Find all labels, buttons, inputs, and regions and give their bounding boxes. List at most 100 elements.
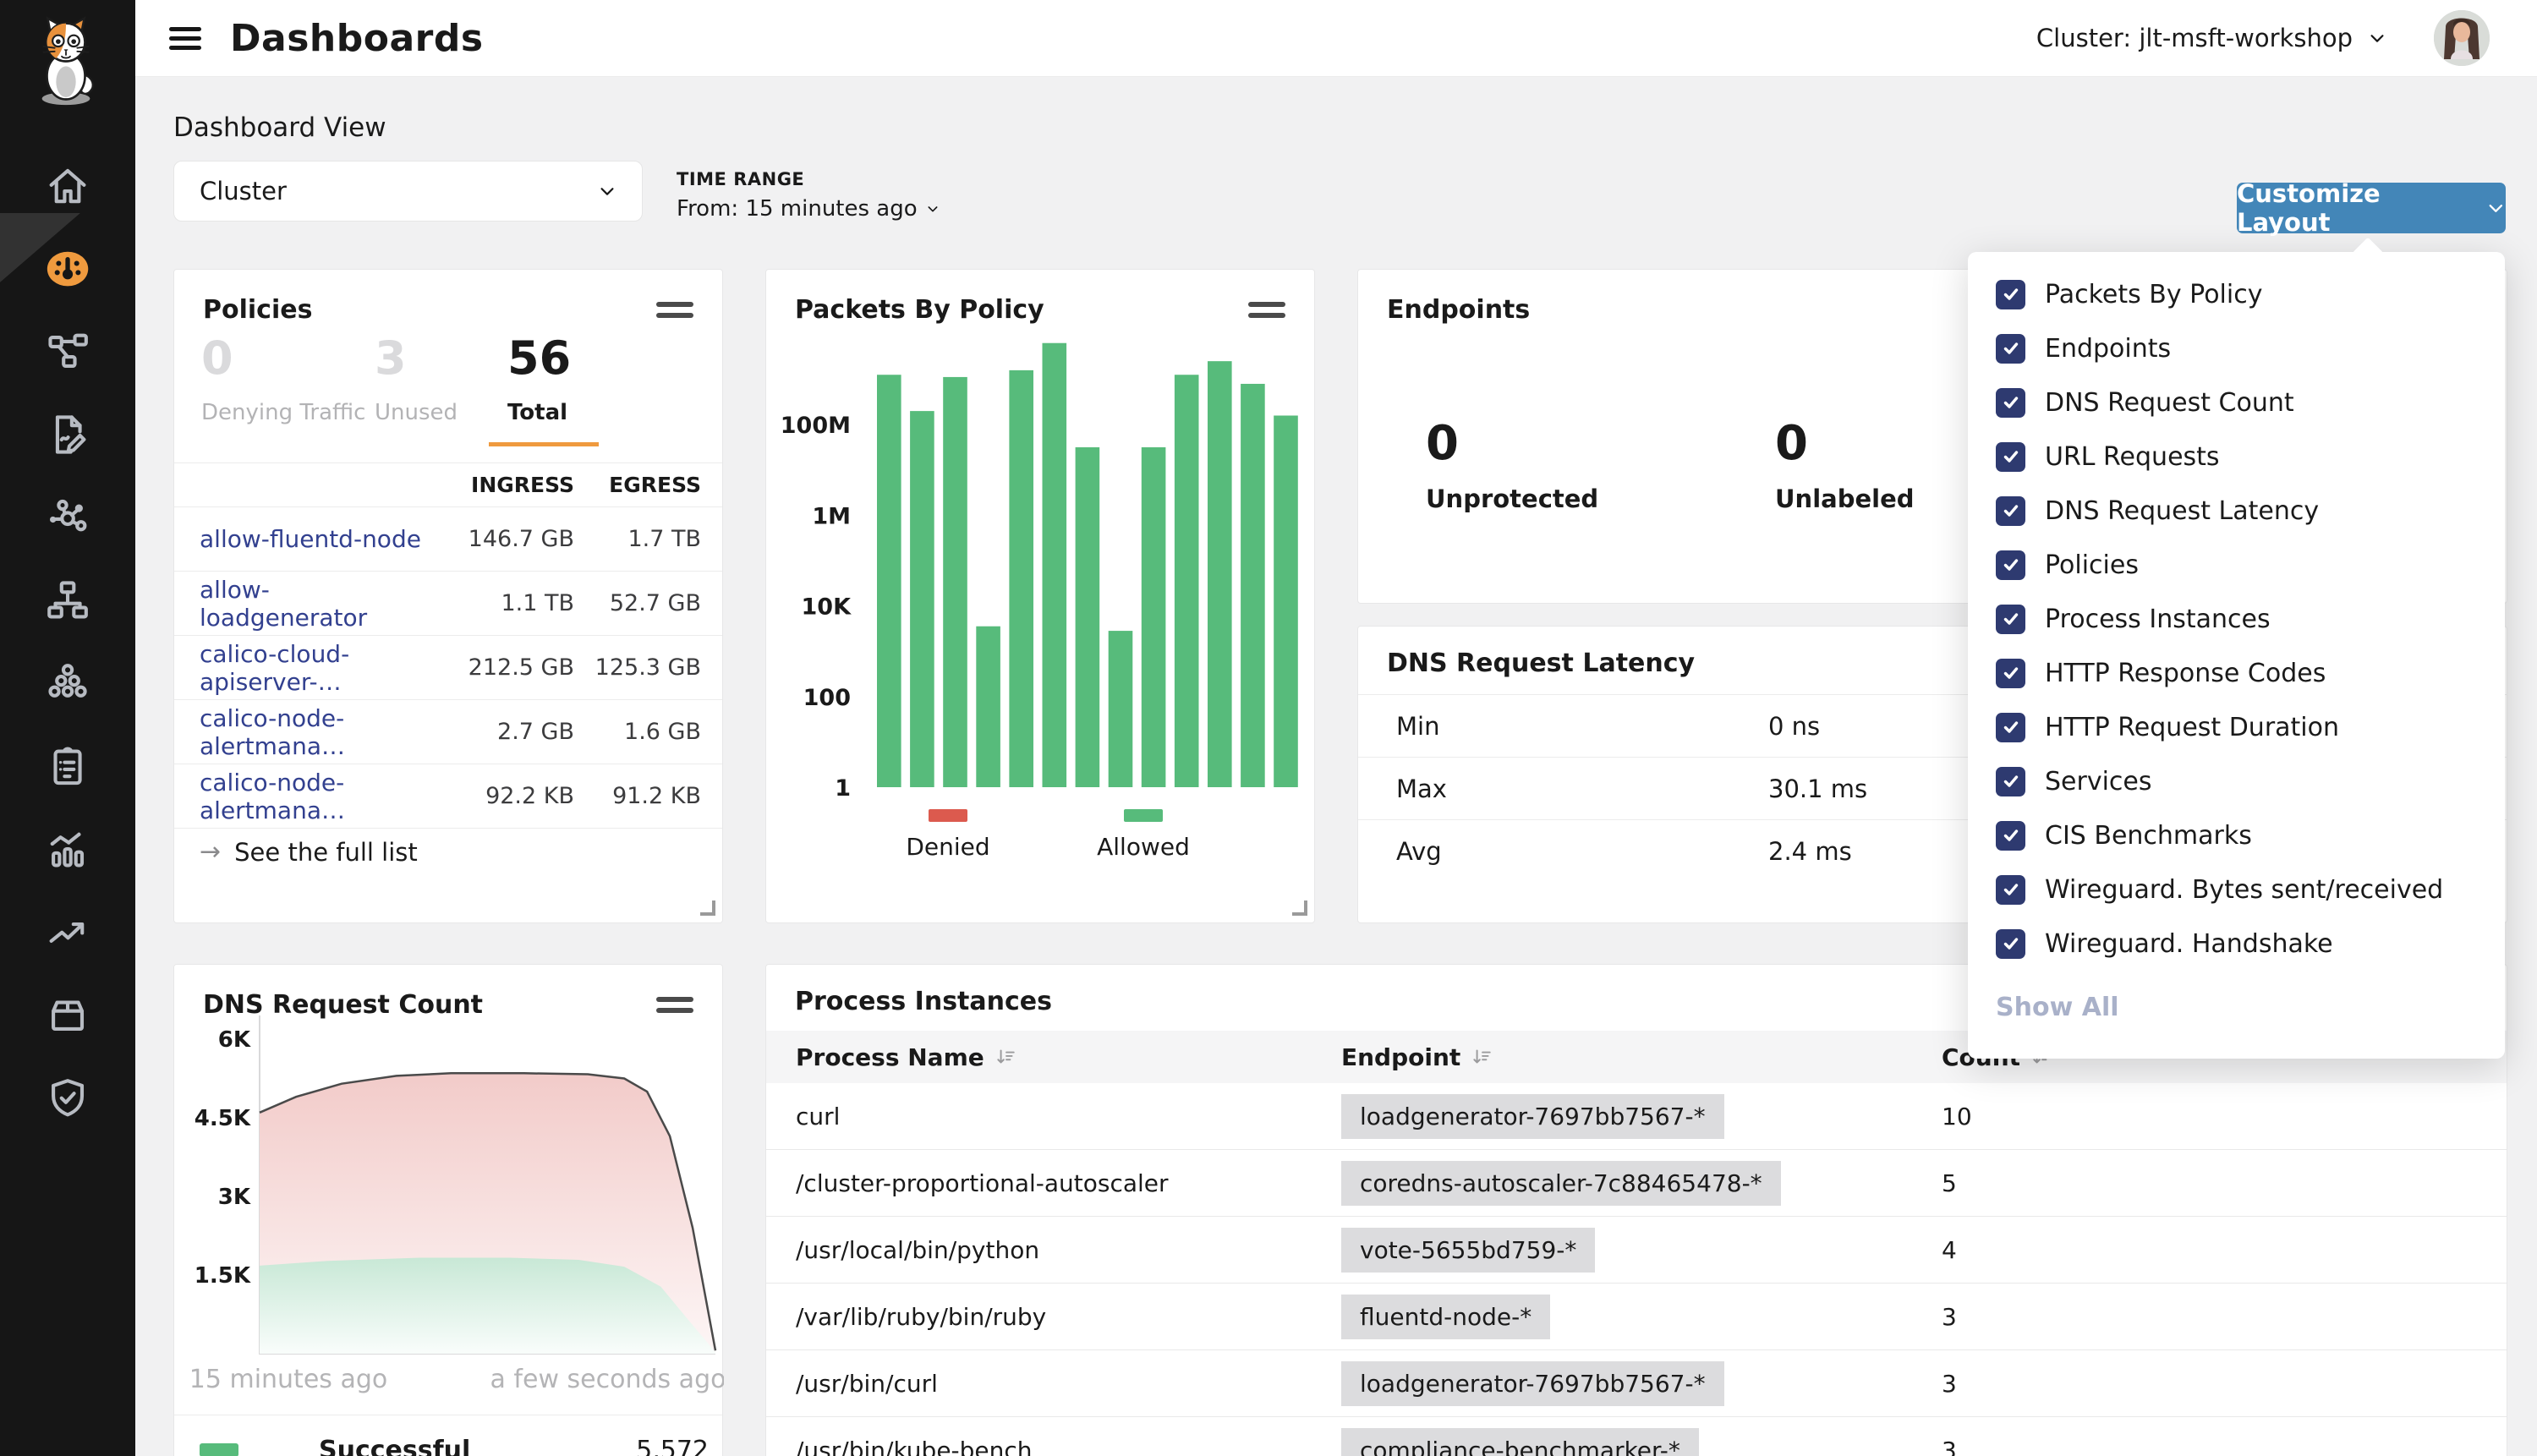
policy-ingress-value: 2.7 GB: [426, 719, 574, 745]
sidebar-item-dashboards[interactable]: [0, 237, 135, 301]
menu-checkbox-item[interactable]: CIS Benchmarks: [1968, 808, 2505, 862]
endpoint-chip[interactable]: fluentd-node-*: [1341, 1295, 1550, 1339]
sidebar-item-home[interactable]: [0, 154, 135, 218]
drag-handle-icon[interactable]: [656, 991, 693, 1019]
dashboard-view-select[interactable]: Cluster: [173, 161, 643, 222]
resize-handle[interactable]: [700, 900, 715, 916]
menu-item-label: HTTP Request Duration: [2045, 713, 2339, 742]
show-all-link[interactable]: Show All: [1996, 993, 2119, 1022]
endpoint-chip[interactable]: coredns-autoscaler-7c88465478-*: [1341, 1161, 1781, 1206]
shield-check-icon: [43, 1073, 92, 1122]
user-avatar[interactable]: [2434, 10, 2490, 66]
process-table-row: /usr/local/bin/pythonvote-5655bd759-*4: [766, 1217, 2507, 1284]
menu-checkbox-item[interactable]: Policies: [1968, 538, 2505, 592]
count-cell: 10: [1942, 1103, 2111, 1130]
column-header-process-name[interactable]: Process Name: [766, 1043, 1341, 1071]
checkbox-checked-icon[interactable]: [1996, 767, 2025, 796]
drag-handle-icon[interactable]: [656, 296, 693, 324]
sidebar-item-images[interactable]: [0, 983, 135, 1047]
svg-text:4.5K: 4.5K: [195, 1106, 251, 1131]
policy-table-row: calico-node-alertmana…2.7 GB1.6 GB: [174, 700, 722, 764]
time-range-value[interactable]: From: 15 minutes ago: [677, 196, 940, 222]
active-tab-underline: [489, 442, 599, 446]
checkbox-checked-icon[interactable]: [1996, 442, 2025, 472]
menu-item-label: DNS Request Count: [2045, 388, 2294, 418]
menu-checkbox-item[interactable]: Services: [1968, 754, 2505, 808]
menu-checkbox-item[interactable]: HTTP Request Duration: [1968, 700, 2505, 754]
checkbox-checked-icon[interactable]: [1996, 280, 2025, 309]
chevron-down-icon: [926, 202, 940, 216]
dns-legend-row-successful[interactable]: Successful 5,572: [174, 1425, 722, 1456]
network-flow-icon: [43, 327, 92, 376]
package-icon: [43, 990, 92, 1039]
menu-item-label: Endpoints: [2045, 334, 2171, 364]
checkbox-checked-icon[interactable]: [1996, 821, 2025, 851]
checkbox-checked-icon[interactable]: [1996, 929, 2025, 959]
policies-card: Policies 0 Denying Traffic 3 Unused 56 T…: [173, 269, 723, 923]
endpoint-chip[interactable]: vote-5655bd759-*: [1341, 1228, 1595, 1273]
sidebar-item-trends[interactable]: [0, 900, 135, 964]
svg-text:10K: 10K: [802, 594, 852, 621]
menu-checkbox-item[interactable]: DNS Request Count: [1968, 375, 2505, 430]
see-full-list-link[interactable]: → See the full list: [200, 837, 418, 867]
trend-up-icon: [43, 907, 92, 956]
sidebar-item-sitemap[interactable]: [0, 568, 135, 632]
menu-checkbox-item[interactable]: DNS Request Latency: [1968, 484, 2505, 538]
sidebar-item-reports[interactable]: [0, 817, 135, 881]
chevron-down-icon: [2486, 198, 2506, 218]
endpoint-chip[interactable]: compliance-benchmarker-*: [1341, 1428, 1699, 1456]
sidebar-item-compliance[interactable]: [0, 734, 135, 798]
endpoints-stat-unlabeled[interactable]: 0 Unlabeled: [1775, 420, 1915, 513]
checkbox-checked-icon[interactable]: [1996, 334, 2025, 364]
column-header-egress: EGRESS: [574, 473, 701, 497]
menu-checkbox-item[interactable]: Endpoints: [1968, 321, 2505, 375]
resize-handle[interactable]: [1292, 900, 1307, 916]
policies-stat-total[interactable]: 56 Total: [507, 336, 571, 425]
policies-stat-unused[interactable]: 3 Unused: [375, 336, 458, 425]
menu-checkbox-item[interactable]: URL Requests: [1968, 430, 2505, 484]
checkbox-checked-icon[interactable]: [1996, 388, 2025, 418]
checkbox-checked-icon[interactable]: [1996, 496, 2025, 526]
menu-checkbox-item[interactable]: HTTP Response Codes: [1968, 646, 2505, 700]
policy-name-link[interactable]: calico-node-alertmana…: [200, 704, 426, 760]
menu-checkbox-item[interactable]: Packets By Policy: [1968, 267, 2505, 321]
policy-name-link[interactable]: allow-fluentd-node: [200, 525, 426, 553]
endpoint-chip[interactable]: loadgenerator-7697bb7567-*: [1341, 1361, 1724, 1406]
checkbox-checked-icon[interactable]: [1996, 713, 2025, 742]
sidebar-item-network-flows[interactable]: [0, 320, 135, 384]
endpoint-cell: compliance-benchmarker-*: [1341, 1428, 1942, 1456]
checkbox-checked-icon[interactable]: [1996, 550, 2025, 580]
calico-cat-logo[interactable]: [24, 12, 108, 110]
count-cell: 3: [1942, 1370, 2111, 1398]
column-header-endpoint[interactable]: Endpoint: [1341, 1043, 1942, 1071]
report-edit-icon: [43, 410, 92, 459]
menu-checkbox-item[interactable]: Process Instances: [1968, 592, 2505, 646]
sidebar-item-service-graph[interactable]: [0, 485, 135, 550]
customize-layout-button[interactable]: Customize Layout: [2237, 183, 2506, 233]
checkbox-checked-icon[interactable]: [1996, 659, 2025, 688]
svg-text:1: 1: [835, 775, 851, 802]
dashboard-icon: [43, 244, 92, 293]
process-table-row: curlloadgenerator-7697bb7567-*10: [766, 1083, 2507, 1150]
policy-name-link[interactable]: calico-cloud-apiserver-…: [200, 640, 426, 696]
process-card-title: Process Instances: [795, 987, 1052, 1016]
cluster-selector[interactable]: Cluster: jlt-msft-workshop: [2036, 24, 2386, 52]
sidebar-item-threat-defense[interactable]: [0, 1065, 135, 1130]
endpoints-stat-unprotected[interactable]: 0 Unprotected: [1426, 420, 1598, 513]
policies-card-title: Policies: [203, 295, 312, 325]
menu-checkbox-item[interactable]: Wireguard. Bytes sent/received: [1968, 862, 2505, 917]
menu-checkbox-item[interactable]: Wireguard. Handshake: [1968, 917, 2505, 971]
svg-text:3K: 3K: [218, 1185, 251, 1210]
policies-stat-denying[interactable]: 0 Denying Traffic: [201, 336, 365, 425]
dns-request-count-card: DNS Request Count 6K4.5K3K1.5K15 minutes…: [173, 964, 723, 1456]
endpoint-chip[interactable]: loadgenerator-7697bb7567-*: [1341, 1094, 1724, 1139]
checkbox-checked-icon[interactable]: [1996, 605, 2025, 634]
policy-name-link[interactable]: allow-loadgenerator: [200, 576, 426, 632]
policy-name-link[interactable]: calico-node-alertmana…: [200, 769, 426, 824]
sidebar-item-clusters[interactable]: [0, 651, 135, 715]
sidebar-item-policies[interactable]: [0, 402, 135, 467]
menu-hamburger-icon[interactable]: [169, 22, 201, 55]
drag-handle-icon[interactable]: [1248, 296, 1285, 324]
process-name-cell: /usr/local/bin/python: [766, 1236, 1341, 1264]
checkbox-checked-icon[interactable]: [1996, 875, 2025, 905]
